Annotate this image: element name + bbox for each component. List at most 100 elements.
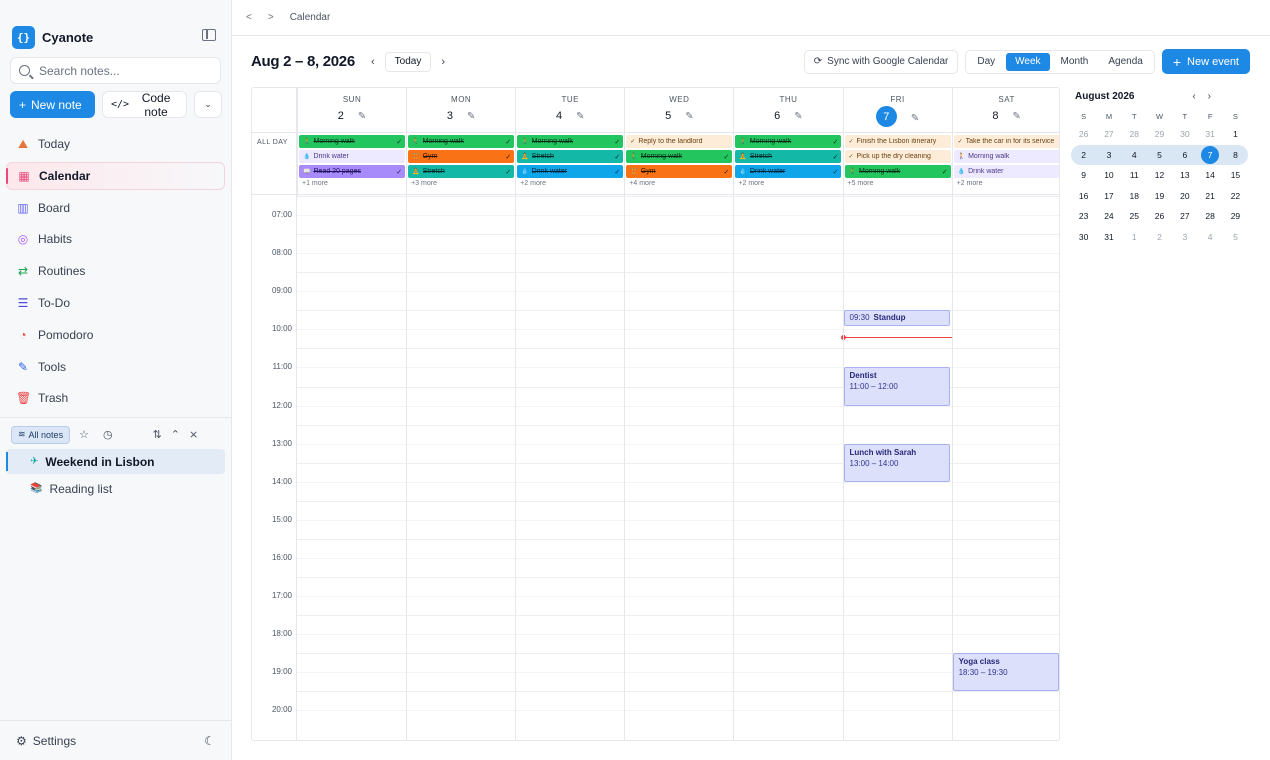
mini-day[interactable]: 5 [1223,227,1248,248]
more-events-link[interactable]: +2 more [520,180,624,187]
all-day-event[interactable]: 🧘 Stretch ✓ [735,150,842,163]
mini-day[interactable]: 28 [1197,206,1222,227]
mini-day[interactable]: 21 [1197,186,1222,207]
all-day-event[interactable]: 💧 Drink water ✓ [517,165,624,178]
mini-day[interactable]: 26 [1071,124,1096,145]
sidebar-item-routines[interactable]: ⇄ Routines [6,257,225,285]
day-header-sat[interactable]: SAT 8 ✎ [951,88,1059,132]
edit-note-icon[interactable]: ✎ [467,111,475,122]
mini-day[interactable]: 26 [1147,206,1172,227]
mini-day[interactable]: 27 [1172,206,1197,227]
mini-day[interactable]: 16 [1071,186,1096,207]
mini-day[interactable]: 4 [1197,227,1222,248]
calendar-event[interactable]: 09:30 Standup [843,310,950,326]
mini-day[interactable]: 6 [1172,144,1198,165]
sidebar-item-calendar[interactable]: ▦ Calendar [6,161,225,190]
mini-day[interactable]: 5 [1146,144,1173,165]
mini-day[interactable]: 8 [1222,144,1249,165]
calendar-event[interactable]: Lunch with Sarah 13:00 – 14:00 [843,443,950,482]
mini-day[interactable]: 31 [1197,124,1222,145]
more-events-link[interactable]: +2 more [957,180,1059,187]
all-day-event[interactable]: 🚶 Morning walk ✓ [408,135,515,148]
moon-icon[interactable]: ☾ [204,734,215,748]
mini-day[interactable]: 19 [1147,186,1172,207]
star-icon[interactable]: ☆ [79,428,89,441]
search-box[interactable] [10,57,221,84]
all-day-event[interactable]: ✓ Take the car in for its service [953,135,1059,148]
day-header-mon[interactable]: MON 3 ✎ [406,88,515,132]
note-item[interactable]: 📚 Reading list [6,476,225,501]
all-day-event[interactable]: 🚶 Morning walk ✓ [626,150,733,163]
mini-day[interactable]: 29 [1147,124,1172,145]
mini-day[interactable]: 23 [1071,206,1096,227]
mini-day[interactable]: 7 [1197,144,1223,165]
sidebar-item-habits[interactable]: ◎ Habits [6,225,225,253]
all-day-event[interactable]: 🚶 Morning walk ✓ [844,165,951,178]
mini-day[interactable]: 17 [1096,186,1121,207]
settings-row[interactable]: ⚙ Settings ☾ [0,720,231,760]
mini-day[interactable]: 10 [1096,165,1121,186]
mini-day[interactable]: 30 [1071,227,1096,248]
edit-note-icon[interactable]: ✎ [358,111,366,122]
all-day-event[interactable]: 🚶 Morning walk [953,150,1059,163]
sidebar-item-todo[interactable]: ☰ To-Do [6,289,225,317]
all-day-event[interactable]: 🧘 Stretch ✓ [517,150,624,163]
all-day-event[interactable]: 🚶 Morning walk ✓ [735,135,842,148]
all-day-event[interactable]: 🧘 Stretch ✓ [408,165,515,178]
mini-next-icon[interactable]: › [1208,91,1223,102]
mini-day[interactable]: 28 [1122,124,1147,145]
mini-day[interactable]: 29 [1223,206,1248,227]
all-notes-filter[interactable]: ≋ All notes [11,425,71,444]
search-input[interactable] [39,63,209,78]
new-event-button[interactable]: + New event [1161,49,1250,74]
day-header-sun[interactable]: SUN 2 ✎ [297,88,406,132]
mini-day[interactable]: 24 [1096,206,1121,227]
mini-day[interactable]: 2 [1071,144,1097,165]
mini-day[interactable]: 22 [1223,186,1248,207]
all-day-event[interactable]: 💧 Drink water [953,165,1059,178]
view-month[interactable]: Month [1052,53,1098,71]
sidebar-item-tools[interactable]: ✎ Tools [6,353,225,381]
view-agenda[interactable]: Agenda [1099,53,1151,71]
edit-note-icon[interactable]: ✎ [1013,111,1021,122]
mini-day[interactable]: 30 [1172,124,1197,145]
all-day-event[interactable]: 🏋 Gym ✓ [408,150,515,163]
more-events-link[interactable]: +1 more [302,180,406,187]
note-options-dropdown[interactable]: ⌄ [194,91,222,118]
mini-day[interactable]: 3 [1096,144,1122,165]
sync-google-button[interactable]: ⟳ Sync with Google Calendar [803,49,959,74]
all-day-event[interactable]: ✓ Finish the Lisbon itinerary [844,135,951,148]
edit-note-icon[interactable]: ✎ [911,113,919,124]
edit-note-icon[interactable]: ✎ [794,111,802,122]
day-header-tue[interactable]: TUE 4 ✎ [515,88,624,132]
sidebar-item-pomodoro[interactable]: ◔ Pomodoro [6,321,225,349]
mini-day[interactable]: 27 [1096,124,1121,145]
mini-day[interactable]: 3 [1172,227,1197,248]
sort-icon[interactable]: ⇅ [153,428,162,441]
expand-icon[interactable]: ⌃ [171,428,180,441]
new-note-button[interactable]: + New note [10,91,95,118]
back-icon[interactable]: < [246,12,252,23]
history-icon[interactable]: ◷ [103,428,113,441]
mini-day[interactable]: 20 [1172,186,1197,207]
mini-day[interactable]: 4 [1121,144,1147,165]
sidebar-item-today[interactable]: ⛰ Today [6,130,225,158]
all-day-event[interactable]: 💧 Drink water [299,150,406,163]
today-button[interactable]: Today [384,51,432,72]
more-events-link[interactable]: +4 more [629,180,733,187]
day-header-wed[interactable]: WED 5 ✎ [624,88,733,132]
calendar-event[interactable]: Yoga class 18:30 – 19:30 [952,653,1059,692]
day-header-fri[interactable]: FRI 7 ✎ [842,88,952,132]
all-day-event[interactable]: 🏋 Gym ✓ [626,165,733,178]
forward-icon[interactable]: > [268,12,274,23]
mini-day[interactable]: 15 [1223,165,1248,186]
all-day-event[interactable]: 🚶 Morning walk ✓ [517,135,624,148]
view-day[interactable]: Day [968,53,1004,71]
mini-day[interactable]: 11 [1122,165,1147,186]
edit-note-icon[interactable]: ✎ [576,111,584,122]
more-events-link[interactable]: +3 more [411,180,515,187]
edit-note-icon[interactable]: ✎ [685,111,693,122]
calendar-event[interactable]: Dentist 11:00 – 12:00 [843,367,950,406]
mini-day[interactable]: 12 [1147,165,1172,186]
sidebar-toggle-icon[interactable] [202,29,216,41]
